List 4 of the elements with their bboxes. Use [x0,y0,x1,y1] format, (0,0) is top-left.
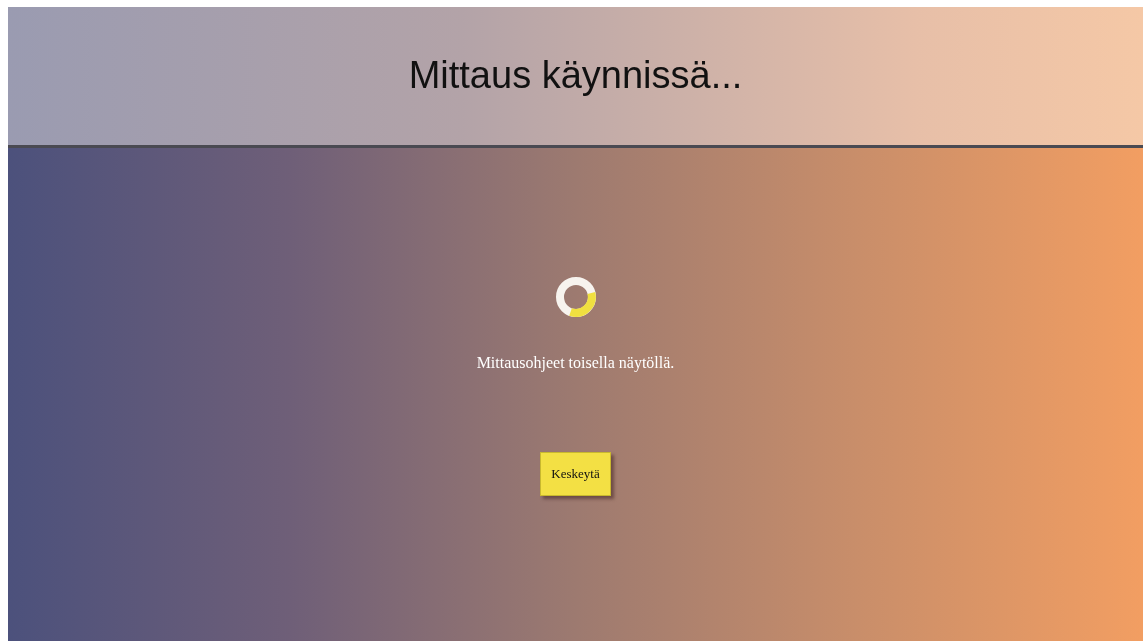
spinner-icon [553,275,598,319]
instruction-text: Mittausohjeet toisella näytöllä. [476,353,675,374]
page-title: Mittaus käynnissä... [408,53,743,99]
cancel-button[interactable]: Keskeytä [540,452,611,496]
